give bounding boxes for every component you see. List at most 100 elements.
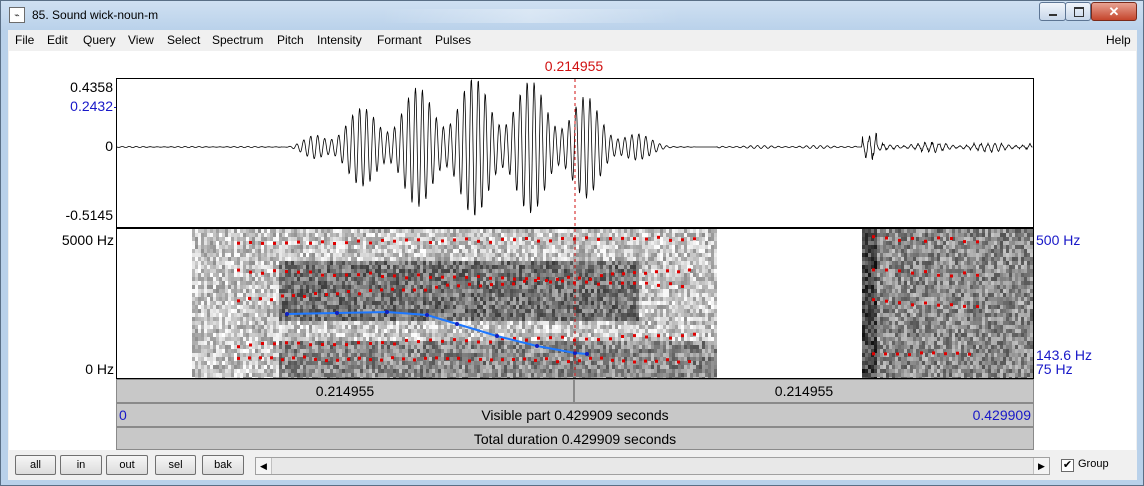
waveform-cursor-value-label: 0.2432 bbox=[70, 98, 113, 114]
formant-dot bbox=[976, 240, 979, 244]
formant-dot bbox=[393, 239, 396, 243]
menu-formant[interactable]: Formant bbox=[377, 33, 422, 47]
formant-dot bbox=[549, 336, 552, 340]
close-icon: ✕ bbox=[1108, 4, 1120, 19]
formant-dot bbox=[303, 355, 306, 359]
formant-dot bbox=[261, 271, 264, 275]
formant-dot bbox=[898, 238, 901, 242]
formant-dot bbox=[669, 282, 672, 286]
formant-dot bbox=[688, 268, 691, 272]
formant-dot bbox=[645, 281, 648, 285]
formant-dot bbox=[924, 301, 927, 305]
menu-spectrum[interactable]: Spectrum bbox=[212, 33, 263, 47]
formant-dot bbox=[512, 282, 515, 286]
pitch-bottom-label: 75 Hz bbox=[1036, 361, 1073, 377]
menu-help[interactable]: Help bbox=[1106, 33, 1131, 47]
left-segment-bar[interactable]: 0.214955 bbox=[116, 379, 574, 403]
formant-dot bbox=[457, 356, 460, 360]
formant-dot bbox=[561, 335, 564, 339]
zoom-back-button[interactable]: bak bbox=[202, 455, 244, 475]
menu-intensity[interactable]: Intensity bbox=[317, 33, 362, 47]
waveform-plot bbox=[117, 79, 1033, 227]
formant-dot bbox=[477, 340, 480, 344]
formant-dot bbox=[937, 236, 940, 240]
formant-dot bbox=[525, 338, 528, 342]
formant-dot bbox=[381, 238, 384, 242]
formant-dot bbox=[413, 358, 416, 362]
horizontal-scrollbar[interactable]: ◀ ▶ bbox=[255, 457, 1050, 475]
formant-dot bbox=[489, 276, 492, 280]
zoom-all-button[interactable]: all bbox=[15, 455, 56, 475]
formant-dot bbox=[259, 356, 262, 360]
title-bar[interactable]: ⌁ 85. Sound wick-noun-m ✕ bbox=[1, 1, 1143, 30]
formant-dot bbox=[621, 236, 624, 240]
formant-dot bbox=[885, 268, 888, 272]
formant-dot bbox=[549, 239, 552, 243]
formant-dot bbox=[285, 241, 288, 245]
formant-dot bbox=[681, 238, 684, 242]
zoom-selection-button[interactable]: sel bbox=[155, 455, 196, 475]
formant-dot bbox=[501, 237, 504, 241]
app-icon: ⌁ bbox=[9, 7, 25, 23]
menu-view[interactable]: View bbox=[128, 33, 154, 47]
formant-dot bbox=[645, 237, 648, 241]
scroll-right-icon[interactable]: ▶ bbox=[1033, 458, 1049, 474]
total-duration-bar[interactable]: Total duration 0.429909 seconds bbox=[116, 427, 1034, 450]
menu-pulses[interactable]: Pulses bbox=[435, 33, 471, 47]
formant-dot bbox=[261, 241, 264, 245]
formant-dot bbox=[273, 269, 276, 273]
zoom-out-button[interactable]: out bbox=[106, 455, 148, 475]
formant-dot bbox=[885, 299, 888, 303]
formant-dot bbox=[393, 274, 396, 278]
formant-dot bbox=[693, 237, 696, 241]
formant-dot bbox=[600, 356, 603, 360]
scroll-left-icon[interactable]: ◀ bbox=[256, 458, 272, 474]
formant-dot bbox=[479, 357, 482, 361]
formant-dot bbox=[347, 290, 350, 293]
menu-edit[interactable]: Edit bbox=[47, 33, 68, 47]
bottom-toolbar: all in out sel bak ◀ ▶ ✔ Group bbox=[8, 450, 1137, 480]
sound-drawing-area[interactable]: 0.214955 0.4358 0.2432 0 -0.5145 5000 Hz… bbox=[9, 51, 1136, 450]
formant-dot bbox=[621, 335, 624, 338]
formant-dot bbox=[345, 343, 348, 347]
formant-dot bbox=[402, 357, 405, 361]
title-bar-blur bbox=[381, 9, 681, 23]
group-checkbox[interactable]: ✔ bbox=[1061, 459, 1074, 472]
close-button[interactable]: ✕ bbox=[1091, 2, 1137, 21]
formant-dot bbox=[578, 359, 581, 363]
formant-dot bbox=[333, 343, 336, 347]
formant-dot bbox=[645, 335, 648, 339]
visible-part-bar[interactable]: 0 Visible part 0.429909 seconds 0.429909 bbox=[116, 403, 1034, 427]
formant-dot bbox=[285, 341, 288, 345]
formant-dot bbox=[369, 271, 372, 275]
formant-dot bbox=[285, 270, 288, 273]
formant-dot bbox=[391, 287, 394, 291]
menu-pitch[interactable]: Pitch bbox=[277, 33, 304, 47]
formant-dot bbox=[321, 343, 324, 346]
formant-dot bbox=[669, 238, 672, 242]
spectrogram-panel[interactable] bbox=[116, 228, 1034, 379]
right-segment-bar[interactable]: 0.214955 bbox=[574, 379, 1034, 403]
formant-dot bbox=[655, 359, 658, 363]
formant-dot bbox=[578, 276, 581, 280]
formant-dot bbox=[872, 268, 875, 272]
zoom-in-button[interactable]: in bbox=[60, 455, 102, 475]
menu-query[interactable]: Query bbox=[83, 33, 116, 47]
menu-select[interactable]: Select bbox=[167, 33, 200, 47]
group-checkbox-label: Group bbox=[1078, 458, 1109, 470]
client-area: File Edit Query View Select Spectrum Pit… bbox=[8, 30, 1137, 480]
formant-dot bbox=[950, 303, 953, 307]
maximize-button[interactable] bbox=[1065, 2, 1091, 21]
formant-dot bbox=[446, 357, 449, 361]
waveform-panel[interactable] bbox=[116, 78, 1034, 228]
formant-dot bbox=[644, 359, 647, 363]
menu-file[interactable]: File bbox=[15, 33, 34, 47]
formant-dot bbox=[490, 283, 493, 287]
minimize-button[interactable] bbox=[1039, 2, 1066, 21]
formant-dot bbox=[968, 352, 971, 356]
formant-dot bbox=[657, 283, 660, 287]
visible-part-label: Visible part 0.429909 seconds bbox=[481, 407, 669, 423]
formant-dot bbox=[644, 271, 647, 275]
formant-dot bbox=[303, 295, 306, 298]
formant-dot bbox=[976, 273, 979, 277]
